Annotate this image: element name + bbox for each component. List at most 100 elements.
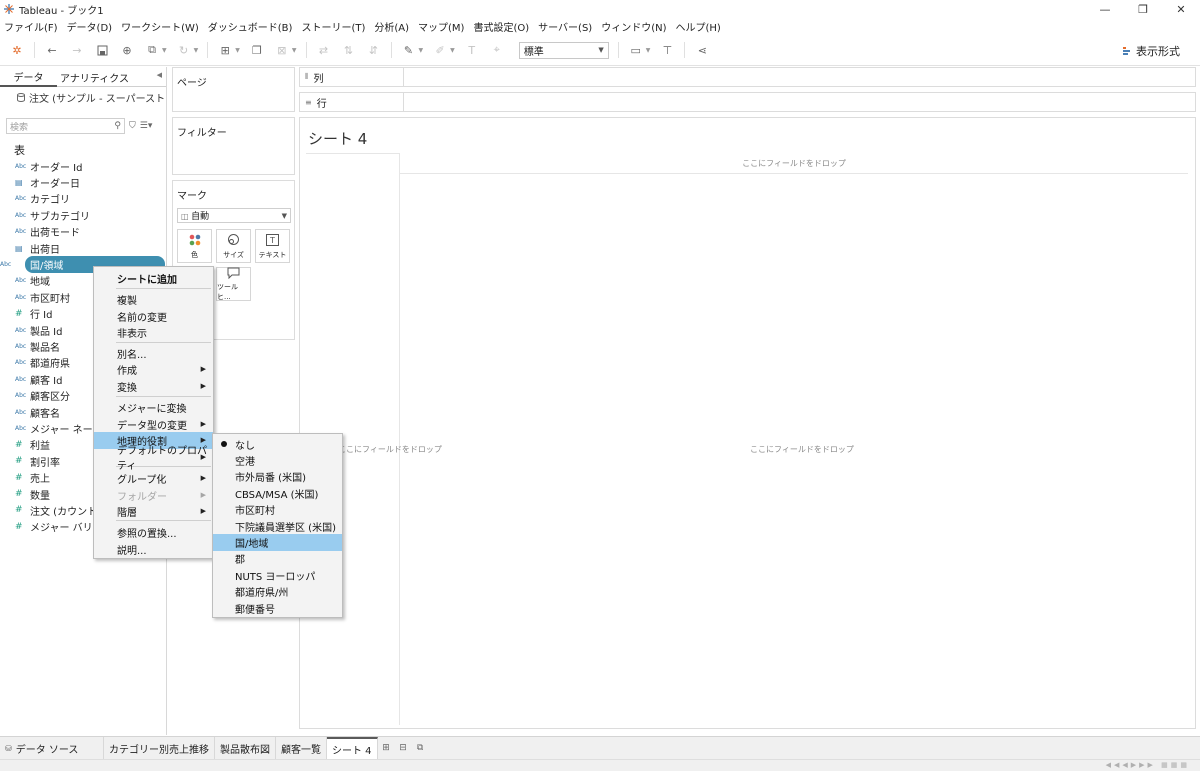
sort-descending-icon[interactable]: ⇵ xyxy=(366,42,382,58)
show-cards-icon[interactable]: ▭ xyxy=(628,42,644,58)
context-menu-item[interactable]: 作成 ▶ xyxy=(94,361,213,378)
menu-story[interactable]: ストーリー(T) xyxy=(301,19,365,34)
show-me-button[interactable]: 表示形式 xyxy=(1123,43,1180,59)
search-input[interactable]: 検索 ⚲ xyxy=(6,118,125,134)
menu-analysis[interactable]: 分析(A) xyxy=(374,19,409,34)
mark-type-select[interactable]: ◫ 自動 ▼ xyxy=(177,208,291,223)
context-menu-item[interactable]: 階層 ▶ xyxy=(94,503,213,520)
new-worksheet-icon[interactable]: ⊞ xyxy=(217,42,233,58)
restore-button[interactable]: ❐ xyxy=(1124,0,1162,18)
close-button[interactable]: ✕ xyxy=(1162,0,1200,18)
context-menu-item[interactable]: 説明... xyxy=(94,541,213,558)
undo-icon[interactable]: ← xyxy=(44,42,60,58)
menu-format[interactable]: 書式設定(O) xyxy=(473,19,529,34)
chevron-down-icon[interactable]: ▼ xyxy=(646,47,651,54)
highlight-icon[interactable]: ✎ xyxy=(401,42,417,58)
size-button[interactable]: サイズ xyxy=(216,229,251,263)
field-item[interactable]: Abc サブカテゴリ xyxy=(0,207,166,223)
context-menu-item[interactable]: フォルダー ▶ xyxy=(94,487,213,504)
new-story-icon[interactable]: ⧉ xyxy=(412,737,429,760)
rows-shelf[interactable]: ≡ 行 xyxy=(299,92,1196,112)
sheet-tab-4[interactable]: シート 4 xyxy=(327,736,378,760)
sheet-tab-1[interactable]: カテゴリー別売上推移 xyxy=(104,736,215,760)
geo-role-item[interactable]: 市区町村 xyxy=(213,502,342,518)
columns-shelf[interactable]: ⦀ 列 xyxy=(299,67,1196,87)
context-menu-item[interactable]: デフォルトのプロパティ ▶ xyxy=(94,446,213,472)
menu-dashboard[interactable]: ダッシュボード(B) xyxy=(208,19,293,34)
chevron-down-icon[interactable]: ▼ xyxy=(419,47,424,54)
context-menu-item[interactable]: 別名... xyxy=(94,345,213,362)
pin-icon[interactable]: ⌖ xyxy=(489,42,505,58)
context-menu-item[interactable]: メジャーに変換 xyxy=(94,399,213,416)
context-menu-item[interactable]: 非表示 xyxy=(94,324,213,341)
geo-role-item[interactable]: 国/地域 xyxy=(213,534,342,551)
context-menu-item[interactable]: 名前の変更 xyxy=(94,308,213,325)
clear-sheet-icon[interactable]: ⊠ xyxy=(274,42,290,58)
geo-role-item[interactable]: なし xyxy=(213,436,342,452)
drop-zone-columns[interactable]: ここにフィールドをドロップ xyxy=(400,153,1188,174)
geo-role-item[interactable]: NUTS ヨーロッパ xyxy=(213,567,342,583)
sheet-navigation-icons[interactable]: ◀◀◀▶▶▶ ▦▦▦ xyxy=(1106,761,1190,769)
menu-server[interactable]: サーバー(S) xyxy=(538,19,592,34)
minimize-button[interactable]: — xyxy=(1086,0,1124,18)
field-item[interactable]: Abc オーダー Id xyxy=(0,158,166,174)
chevron-down-icon[interactable]: ▼ xyxy=(194,47,199,54)
filters-card[interactable]: フィルター xyxy=(172,117,295,175)
tab-data[interactable]: データ xyxy=(0,67,57,87)
group-icon[interactable]: ✐ xyxy=(432,42,448,58)
labels-icon[interactable]: T xyxy=(464,42,480,58)
context-menu-item[interactable]: 変換 ▶ xyxy=(94,378,213,395)
geo-role-item[interactable]: 空港 xyxy=(213,452,342,468)
new-worksheet-icon[interactable]: ⊞ xyxy=(378,737,395,760)
new-datasource-icon[interactable]: ⊕ xyxy=(119,42,135,58)
pause-updates-icon[interactable]: ⧉ xyxy=(144,42,160,58)
swap-icon[interactable]: ⇄ xyxy=(316,42,332,58)
geo-role-item[interactable]: 郵便番号 xyxy=(213,600,342,616)
sheet-tab-2[interactable]: 製品散布図 xyxy=(215,736,276,760)
geo-role-item[interactable]: 郡 xyxy=(213,551,342,567)
geo-role-item[interactable]: CBSA/MSA (米国) xyxy=(213,485,342,501)
field-item[interactable]: ▤ 出荷日 xyxy=(0,240,166,256)
sort-ascending-icon[interactable]: ⇅ xyxy=(341,42,357,58)
context-menu-item[interactable]: シートに追加 xyxy=(94,270,213,287)
text-button[interactable]: T テキスト xyxy=(255,229,290,263)
menu-help[interactable]: ヘルプ(H) xyxy=(676,19,721,34)
field-item[interactable]: ▤ オーダー日 xyxy=(0,174,166,190)
refresh-icon[interactable]: ↻ xyxy=(176,42,192,58)
context-menu-item[interactable]: 複製 xyxy=(94,291,213,308)
chevron-down-icon[interactable]: ▼ xyxy=(162,47,167,54)
menu-file[interactable]: ファイル(F) xyxy=(4,19,58,34)
context-menu-item[interactable]: データ型の変更 ▶ xyxy=(94,416,213,433)
geo-role-item[interactable]: 市外局番 (米国) xyxy=(213,469,342,485)
menu-worksheet[interactable]: ワークシート(W) xyxy=(121,19,199,34)
presentation-mode-icon[interactable]: ⊤ xyxy=(659,42,675,58)
new-dashboard-icon[interactable]: ⊟ xyxy=(395,737,412,760)
field-item[interactable]: Abc 出荷モード xyxy=(0,224,166,240)
context-menu-item[interactable]: グループ化 ▶ xyxy=(94,470,213,487)
geo-role-item[interactable]: 都道府県/州 xyxy=(213,584,342,600)
duplicate-sheet-icon[interactable]: ❐ xyxy=(249,42,265,58)
color-button[interactable]: 色 xyxy=(177,229,212,263)
tooltip-button[interactable]: ツールヒ... xyxy=(216,267,251,301)
menu-map[interactable]: マップ(M) xyxy=(418,19,464,34)
collapse-pane-icon[interactable]: ◀ xyxy=(157,71,162,79)
worksheet-view[interactable]: シート 4 ここにフィールドをドロップ ここにフィールドをドロップ ここにフィー… xyxy=(299,117,1196,729)
sheet-title[interactable]: シート 4 xyxy=(308,128,367,149)
chevron-down-icon[interactable]: ▼ xyxy=(450,47,455,54)
menu-window[interactable]: ウィンドウ(N) xyxy=(601,19,666,34)
chevron-down-icon[interactable]: ▼ xyxy=(292,47,297,54)
share-icon[interactable]: ⋖ xyxy=(694,42,710,58)
filter-icon[interactable]: ⛉ xyxy=(129,121,136,131)
view-options-icon[interactable]: ☰▾ xyxy=(140,121,153,131)
datasource-tab[interactable]: ⛁ データ ソース xyxy=(0,736,104,760)
chevron-down-icon[interactable]: ▼ xyxy=(235,47,240,54)
geo-role-item[interactable]: 下院議員選挙区 (米国) xyxy=(213,518,342,534)
field-item[interactable]: Abc カテゴリ xyxy=(0,191,166,207)
tableau-home-icon[interactable]: ✲ xyxy=(9,42,25,58)
context-menu-item[interactable]: 参照の置換... xyxy=(94,524,213,541)
fit-select[interactable]: 標準 ▼ xyxy=(518,41,609,59)
menu-data[interactable]: データ(D) xyxy=(67,19,113,34)
datasource-item[interactable]: 注文 (サンプル - スーパーストア... xyxy=(0,87,166,107)
save-icon[interactable] xyxy=(94,42,110,58)
pages-card[interactable]: ページ xyxy=(172,67,295,112)
